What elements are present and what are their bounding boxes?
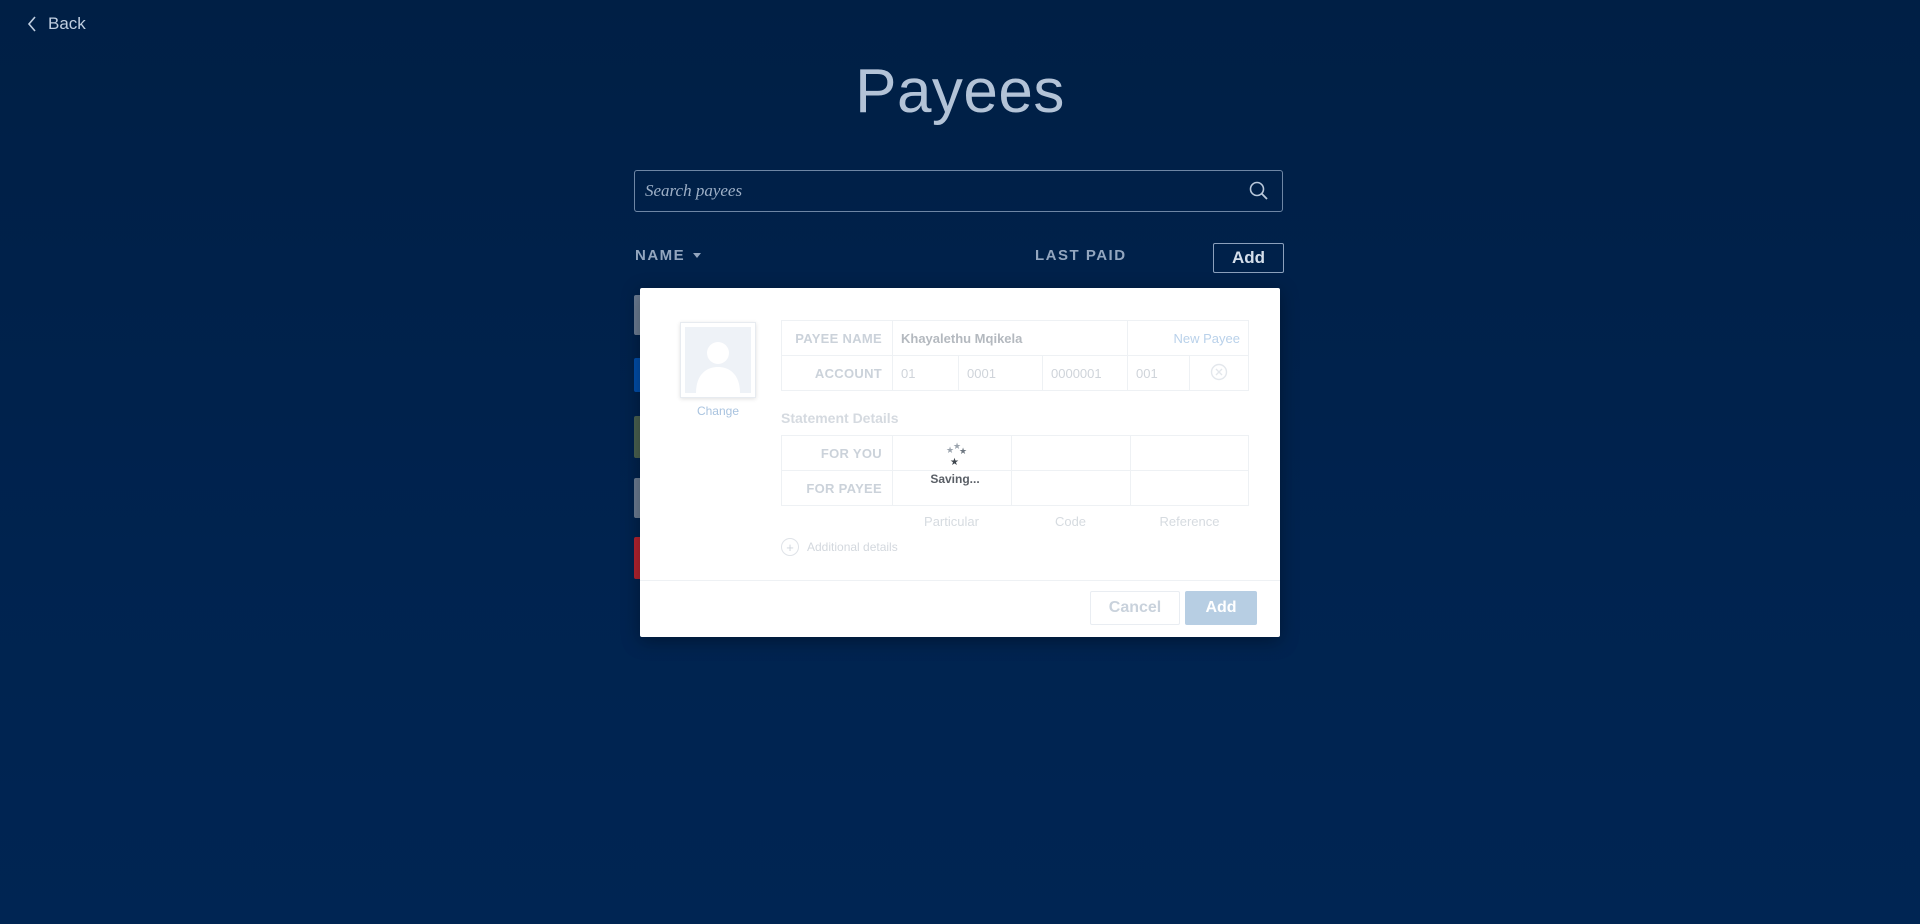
add-payee-button[interactable]: Add [1213, 243, 1284, 273]
plus-icon: + [781, 538, 799, 556]
reference-column-label: Reference [1159, 514, 1220, 529]
search-box [634, 170, 1283, 212]
payee-details-table: PAYEE NAME Khayalethu Mqikela New Payee … [781, 320, 1249, 391]
payee-name-label: PAYEE NAME [781, 320, 893, 356]
cancel-button[interactable]: Cancel [1090, 591, 1180, 625]
for-you-code-field[interactable] [1011, 435, 1131, 471]
account-label: ACCOUNT [781, 355, 893, 391]
clear-account-button[interactable] [1189, 355, 1249, 391]
confirm-add-button[interactable]: Add [1185, 591, 1257, 625]
chevron-left-icon [27, 16, 36, 32]
back-label: Back [48, 14, 86, 33]
page-title: Payees [855, 57, 1065, 126]
particular-column-label: Particular [924, 514, 979, 529]
for-you-label: FOR YOU [781, 435, 893, 471]
avatar[interactable] [680, 322, 756, 398]
account-number-field[interactable]: 0000001 [1042, 355, 1128, 391]
spinner-icon: ★ ★ ★ ★ [946, 442, 967, 468]
add-payee-dialog: Change PAYEE NAME Khayalethu Mqikela New… [640, 288, 1280, 637]
for-you-reference-field[interactable] [1130, 435, 1249, 471]
saving-indicator: ★ ★ ★ ★ Saving... [930, 441, 980, 486]
caret-down-icon [693, 253, 702, 258]
account-branch-field[interactable]: 0001 [958, 355, 1043, 391]
account-suffix-field[interactable]: 001 [1127, 355, 1190, 391]
svg-text:★: ★ [950, 457, 959, 468]
statement-details-heading: Statement Details [781, 410, 899, 426]
person-icon [696, 342, 740, 393]
code-column-label: Code [1054, 514, 1087, 529]
statement-details-table: FOR YOU FOR PAYEE [781, 435, 1249, 506]
search-icon[interactable] [1248, 180, 1270, 202]
name-column-label: NAME [635, 247, 686, 264]
close-circle-icon [1210, 363, 1228, 380]
account-bank-field[interactable]: 01 [892, 355, 959, 391]
additional-details-toggle[interactable]: + Additional details [781, 538, 898, 556]
sort-by-name-header[interactable]: NAME [635, 247, 702, 264]
back-link[interactable]: Back [26, 14, 86, 34]
new-payee-badge: New Payee [1127, 320, 1249, 356]
change-avatar-link[interactable]: Change [680, 404, 756, 418]
svg-text:★: ★ [959, 447, 967, 457]
for-payee-label: FOR PAYEE [781, 470, 893, 506]
additional-details-label: Additional details [807, 540, 898, 554]
last-paid-column-label: LAST PAID [1035, 247, 1127, 264]
search-input[interactable] [635, 171, 1248, 211]
for-payee-reference-field[interactable] [1130, 470, 1249, 506]
payee-name-input[interactable]: Khayalethu Mqikela [892, 320, 1128, 356]
saving-label: Saving... [930, 472, 980, 486]
for-payee-code-field[interactable] [1011, 470, 1131, 506]
dialog-footer-divider [640, 580, 1280, 581]
